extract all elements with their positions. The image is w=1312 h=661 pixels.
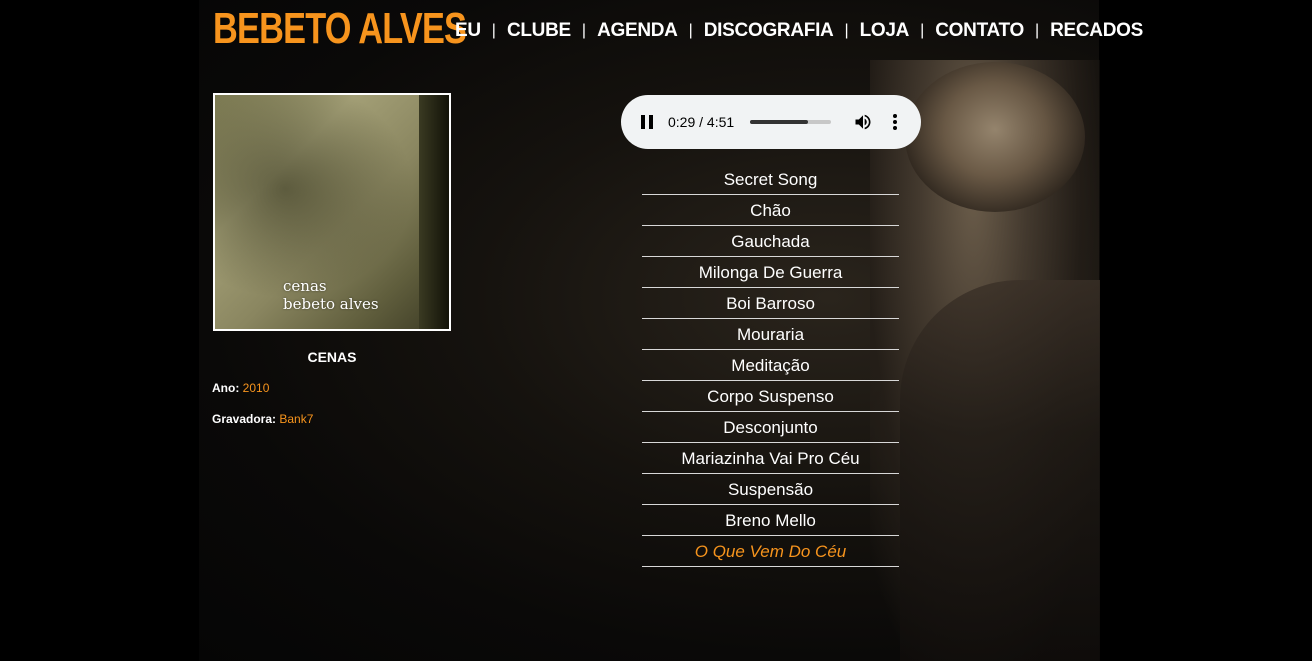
track-item[interactable]: Breno Mello — [642, 505, 899, 536]
volume-icon[interactable] — [853, 112, 873, 132]
album-label: Gravadora: Bank7 — [212, 412, 313, 426]
album-cover-text: cenas bebeto alves — [283, 277, 379, 313]
audio-player: 0:29 / 4:51 — [621, 95, 921, 149]
track-item[interactable]: Milonga De Guerra — [642, 257, 899, 288]
track-item[interactable]: Meditação — [642, 350, 899, 381]
album-year: Ano: 2010 — [212, 381, 269, 395]
track-item[interactable]: Desconjunto — [642, 412, 899, 443]
artist-photo-hair — [905, 62, 1085, 212]
track-item[interactable]: Chão — [642, 195, 899, 226]
track-item[interactable]: Suspensão — [642, 474, 899, 505]
artist-photo-body — [900, 280, 1100, 661]
track-item[interactable]: Mariazinha Vai Pro Céu — [642, 443, 899, 474]
track-item[interactable]: Mouraria — [642, 319, 899, 350]
track-item-active[interactable]: O Que Vem Do Céu — [642, 536, 899, 567]
track-item[interactable]: Corpo Suspenso — [642, 381, 899, 412]
nav-item-agenda[interactable]: AGENDA — [597, 20, 678, 42]
album-label-value: Bank7 — [279, 412, 314, 426]
album-title: CENAS — [307, 349, 357, 365]
pause-icon[interactable] — [641, 115, 653, 129]
album-year-value: 2010 — [242, 381, 270, 395]
nav-separator: | — [491, 22, 496, 39]
nav-item-contato[interactable]: CONTATO — [935, 20, 1024, 42]
nav-separator: | — [920, 22, 925, 39]
more-vert-icon[interactable] — [889, 112, 901, 132]
nav-item-clube[interactable]: CLUBE — [507, 20, 571, 42]
album-year-label: Ano: — [212, 381, 240, 395]
site-logo[interactable]: BEBETO ALVES — [213, 7, 467, 51]
nav-separator: | — [688, 22, 693, 39]
album-cover-artist: bebeto alves — [283, 295, 379, 313]
nav-separator: | — [1034, 22, 1040, 39]
nav-separator: | — [581, 22, 587, 39]
nav-item-discografia[interactable]: DISCOGRAFIA — [704, 20, 834, 42]
track-item[interactable]: Gauchada — [642, 226, 899, 257]
nav-item-recados[interactable]: RECADOS — [1050, 20, 1143, 42]
track-item[interactable]: Secret Song — [642, 164, 899, 195]
album-cover-edge — [419, 95, 449, 329]
album-label-label: Gravadora: — [212, 412, 277, 426]
player-progress-fill — [750, 120, 809, 124]
page-margin-right — [1099, 0, 1312, 661]
player-progress-bar[interactable] — [750, 120, 831, 124]
album-cover: cenas bebeto alves — [213, 93, 451, 331]
nav-separator: | — [844, 22, 849, 39]
track-list: Secret Song Chão Gauchada Milonga De Gue… — [642, 164, 899, 567]
player-time: 0:29 / 4:51 — [668, 114, 735, 130]
track-item[interactable]: Boi Barroso — [642, 288, 899, 319]
page-margin-left — [0, 0, 199, 661]
nav-item-loja[interactable]: LOJA — [860, 20, 910, 42]
main-nav: EU | CLUBE | AGENDA | DISCOGRAFIA | LOJA… — [455, 20, 1143, 42]
album-cover-title: cenas — [283, 277, 327, 295]
nav-item-eu[interactable]: EU — [455, 20, 481, 42]
